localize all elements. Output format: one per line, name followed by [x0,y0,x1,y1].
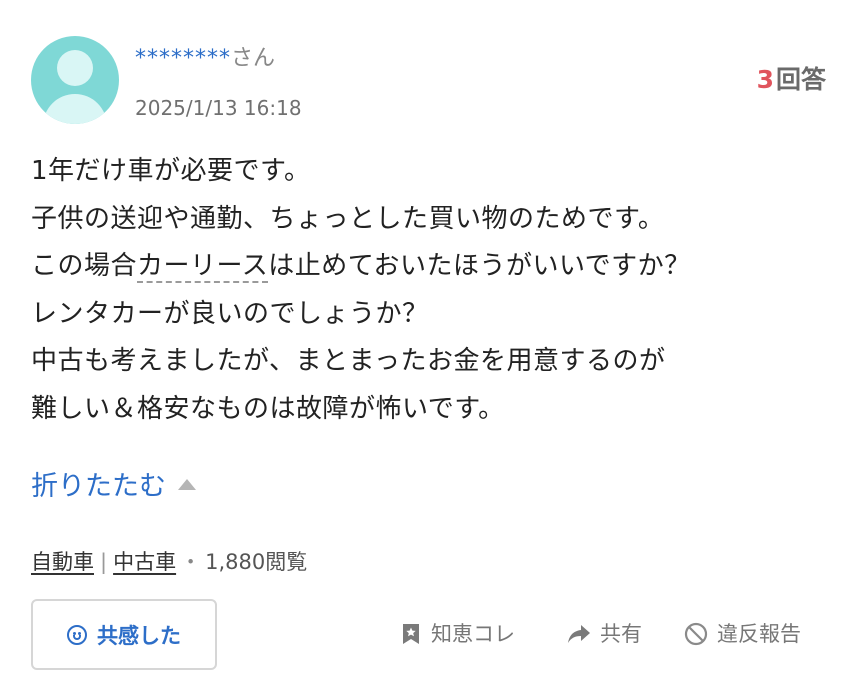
share-arrow-icon [568,625,590,643]
question-line: レンタカーが良いのでしょうか？ [31,298,429,329]
category-link-used-car[interactable]: 中古車 [113,550,176,574]
report-label: 違反報告 [717,622,801,646]
avatar-body [43,94,107,124]
category-link-automobile[interactable]: 自動車 [31,550,94,574]
question-line: 中古も考えましたが、まとまったお金を用意するのが [31,346,666,376]
empathy-label: 共感した [97,623,181,648]
question-text: は止めておいたほうがいいですか？ [268,251,691,281]
category-tags: 自動車 | 中古車・ 1,880閲覧 [31,546,307,578]
answer-count[interactable]: 3回答 [757,64,826,96]
question-line: この場合カーリースは止めておいたほうがいいですか？ [31,243,831,291]
view-count: 1,880閲覧 [205,550,308,574]
collapse-label: 折りたたむ [31,471,166,502]
avatar-head [57,50,93,86]
user-avatar[interactable] [31,36,119,124]
user-name-suffix: さん [231,46,276,71]
report-block-icon [684,622,708,646]
user-name[interactable]: ********さん [135,44,275,74]
chiekore-button[interactable]: 知恵コレ [399,617,515,651]
question-text: この場合 [31,251,138,281]
question-line: 子供の送迎や通勤、ちょっとした買い物のためです。 [31,203,665,234]
smile-icon [67,624,87,645]
tag-dot: ・ [180,550,202,574]
question-line: 難しい＆格安なものは故障が怖いです。 [31,393,505,424]
collapse-triangle-icon [178,479,196,490]
tag-separator: | [100,550,108,574]
keyword-link-car-lease[interactable]: カーリース [137,251,269,283]
report-button[interactable]: 違反報告 [683,617,801,651]
chiekore-label: 知恵コレ [431,622,515,646]
bookmark-star-icon [403,624,419,644]
question-body: 1年だけ車が必要です。 子供の送迎や通勤、ちょっとした買い物のためです。 この場… [31,148,831,433]
empathy-button[interactable]: 共感した [31,599,217,670]
share-label: 共有 [600,622,642,646]
share-button[interactable]: 共有 [566,617,642,651]
question-line: 1年だけ車が必要です。 [31,156,311,186]
post-date: 2025/1/13 16:18 [135,96,302,120]
collapse-button[interactable]: 折りたたむ [31,467,196,507]
question-card: ********さん 2025/1/13 16:18 3回答 1年だけ車が必要で… [0,0,856,698]
answer-count-number: 3 [756,65,774,94]
user-name-masked: ******** [135,46,231,71]
answer-count-label: 回答 [775,65,826,94]
